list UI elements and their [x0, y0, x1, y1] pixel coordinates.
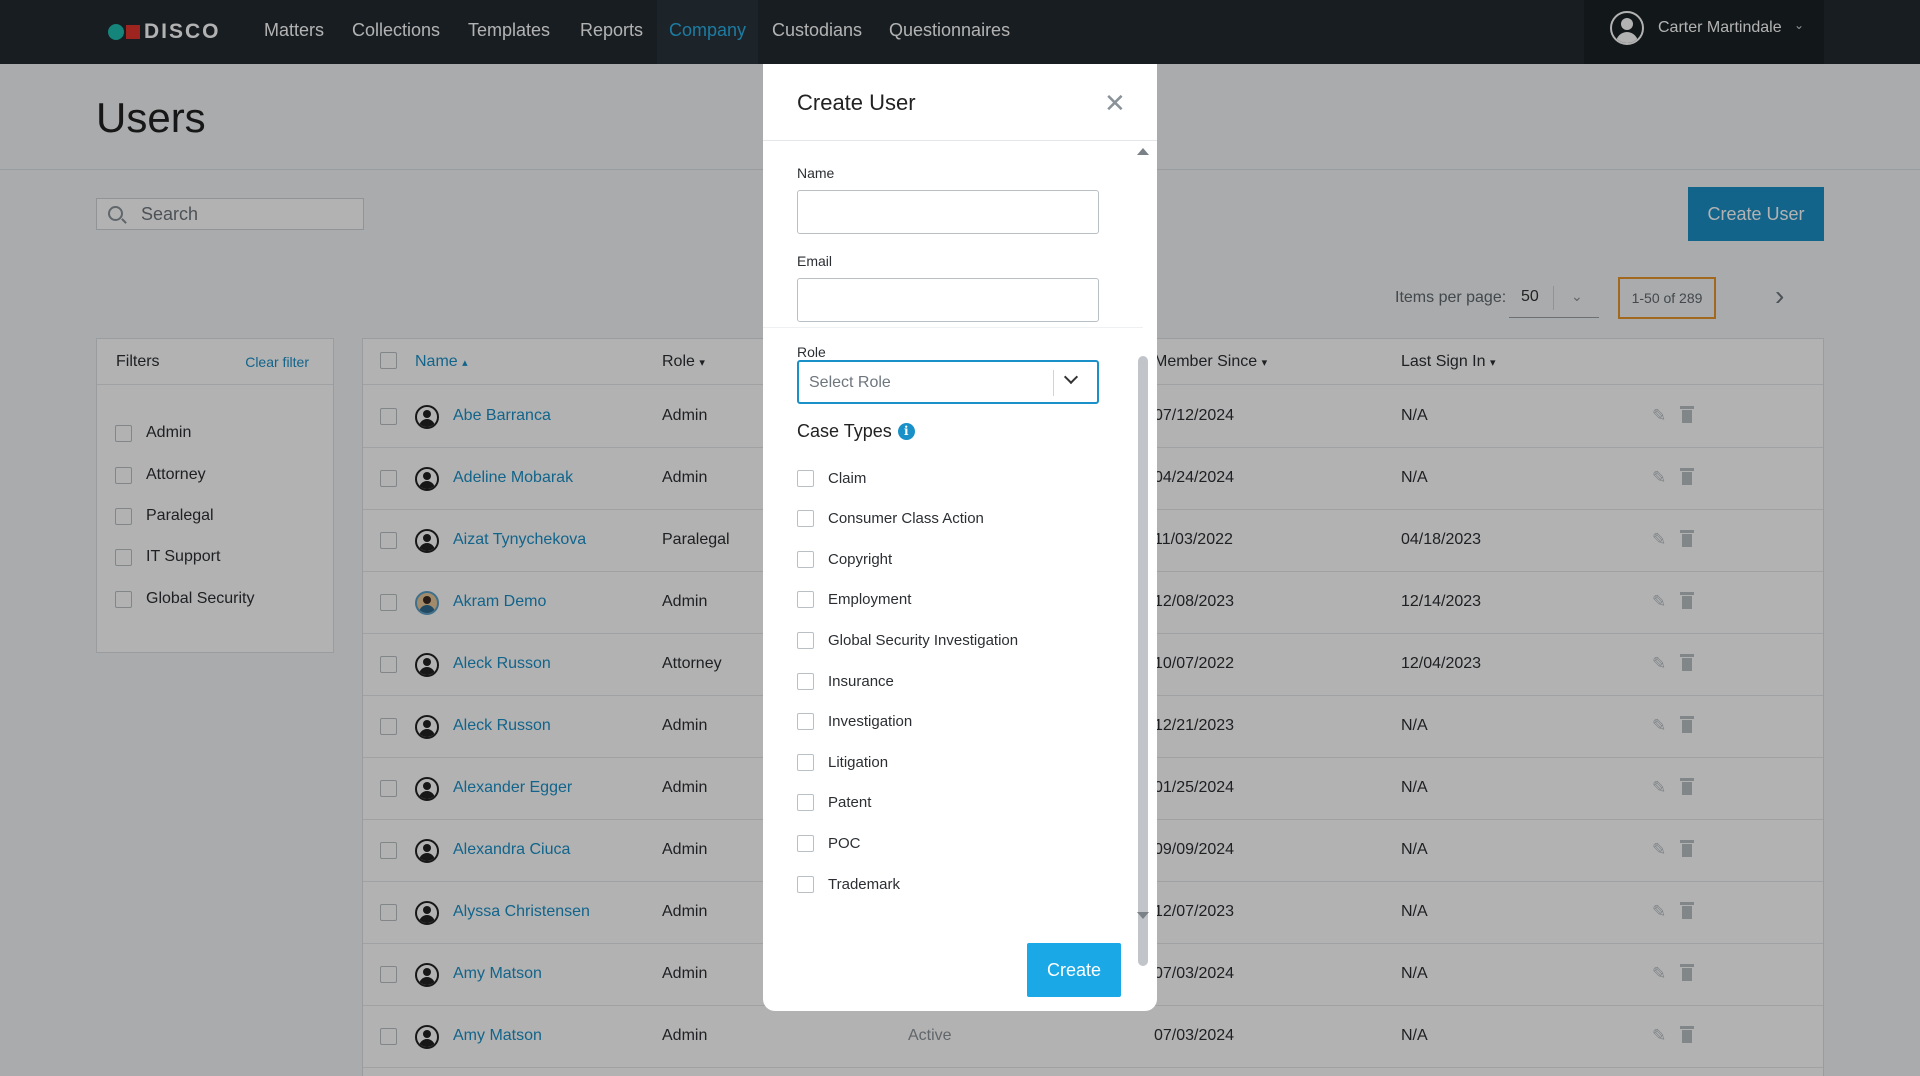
select-divider: [1053, 370, 1054, 396]
info-icon[interactable]: i: [897, 423, 915, 440]
checkbox[interactable]: [797, 834, 814, 852]
modal-scrollbar[interactable]: [1135, 146, 1151, 966]
checkbox[interactable]: [797, 794, 814, 812]
case-type-option[interactable]: Investigation: [797, 711, 912, 733]
case-type-option[interactable]: Litigation: [797, 751, 888, 773]
case-types-heading: Case Types i: [797, 421, 915, 442]
checkbox[interactable]: [797, 631, 814, 649]
case-type-option[interactable]: Consumer Class Action: [797, 508, 984, 530]
case-type-option[interactable]: Patent: [797, 792, 871, 814]
case-type-label: Claim: [828, 469, 867, 487]
section-divider: [763, 327, 1143, 328]
checkbox[interactable]: [797, 591, 814, 609]
name-input[interactable]: [797, 190, 1099, 234]
checkbox[interactable]: [797, 672, 814, 690]
checkbox[interactable]: [797, 550, 814, 568]
case-type-label: Insurance: [828, 672, 894, 690]
case-type-label: Patent: [828, 794, 872, 812]
case-type-label: Copyright: [828, 550, 893, 568]
case-type-label: POC: [828, 834, 861, 852]
email-label: Email: [797, 253, 833, 269]
role-select[interactable]: Select Role: [797, 360, 1099, 404]
case-type-label: Global Security Investigation: [828, 631, 1019, 649]
chevron-down-icon: [1063, 369, 1079, 385]
case-type-option[interactable]: Claim: [797, 467, 866, 489]
case-type-label: Trademark: [828, 875, 900, 893]
role-label: Role: [797, 344, 826, 360]
case-type-option[interactable]: Copyright: [797, 548, 892, 570]
create-button[interactable]: Create: [1027, 943, 1121, 997]
scrollbar-thumb[interactable]: [1138, 356, 1148, 966]
case-type-label: Litigation: [828, 753, 889, 771]
checkbox[interactable]: [797, 875, 814, 893]
case-type-option[interactable]: Global Security Investigation: [797, 629, 1018, 651]
modal-divider: [763, 140, 1157, 141]
create-user-modal: Create User ✕ Name Email Role Select Rol…: [763, 64, 1157, 1011]
checkbox[interactable]: [797, 469, 814, 487]
name-label: Name: [797, 165, 835, 181]
checkbox[interactable]: [797, 510, 814, 528]
case-type-label: Employment: [828, 591, 912, 609]
case-type-label: Consumer Class Action: [828, 510, 984, 528]
role-placeholder: Select Role: [809, 374, 891, 391]
scroll-up-arrow-icon[interactable]: [1137, 148, 1149, 155]
modal-title: Create User: [797, 90, 916, 115]
email-input[interactable]: [797, 278, 1099, 322]
case-type-option[interactable]: Trademark: [797, 873, 900, 895]
checkbox[interactable]: [797, 753, 814, 771]
case-type-option[interactable]: Insurance: [797, 670, 894, 692]
case-type-label: Investigation: [828, 713, 913, 731]
scroll-down-arrow-icon[interactable]: [1137, 912, 1149, 919]
case-type-option[interactable]: POC: [797, 832, 861, 854]
close-icon[interactable]: ✕: [1104, 90, 1126, 116]
case-type-option[interactable]: Employment: [797, 589, 911, 611]
checkbox[interactable]: [797, 713, 814, 731]
case-types-label: Case Types: [797, 421, 892, 441]
